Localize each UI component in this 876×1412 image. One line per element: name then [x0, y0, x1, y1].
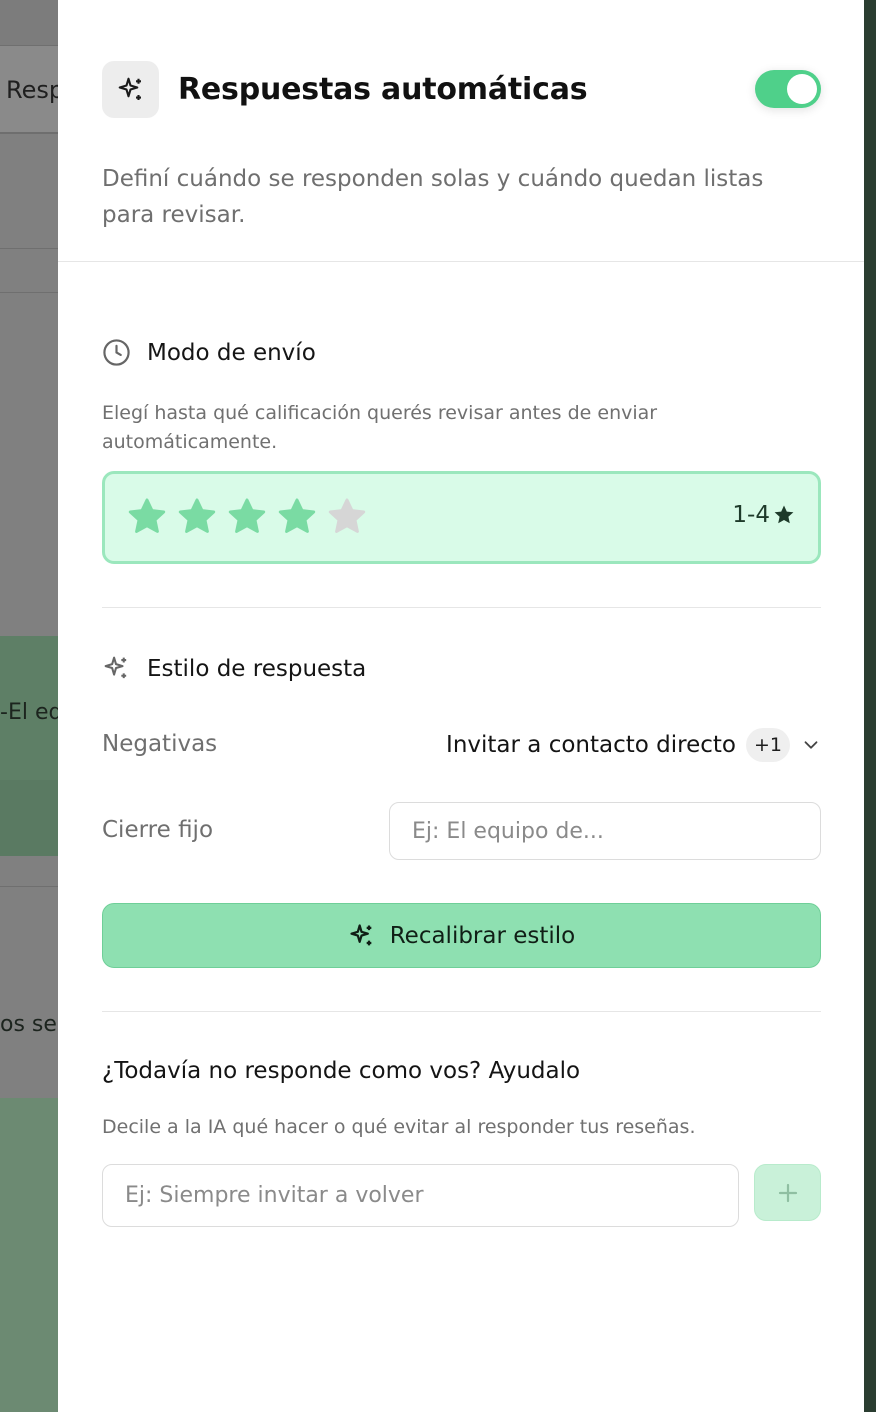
- negatives-label: Negativas: [102, 731, 218, 757]
- section-divider: [102, 1011, 821, 1012]
- background-row-text: os se: [0, 1012, 57, 1037]
- help-title: ¿Todavía no responde como vos? Ayudalo: [102, 1058, 581, 1084]
- auto-replies-panel: Respuestas automáticas Definí cuándo se …: [58, 0, 864, 1412]
- rating-threshold-selector[interactable]: 1-4: [102, 471, 821, 564]
- response-style-title: Estilo de respuesta: [102, 654, 366, 683]
- background-header-text: Resp: [6, 76, 58, 104]
- negatives-selected-value: Invitar a contacto directo: [446, 732, 736, 758]
- rating-star-1[interactable]: [126, 496, 168, 538]
- background-divider: [0, 248, 58, 249]
- panel-header: Respuestas automáticas Definí cuándo se …: [58, 0, 864, 262]
- extra-count-badge: +1: [745, 728, 790, 762]
- background-row: [0, 780, 58, 856]
- closing-label: Cierre fijo: [102, 817, 214, 843]
- closing-input[interactable]: [389, 802, 821, 860]
- send-mode-hint: Elegí hasta qué calificación querés revi…: [102, 402, 658, 453]
- background-header: Resp: [0, 46, 58, 134]
- panel-description: Definí cuándo se responden solas y cuánd…: [102, 166, 764, 228]
- recalibrate-style-button[interactable]: Recalibrar estilo: [102, 903, 821, 968]
- background-row-text: -El eq: [0, 700, 58, 725]
- background-row: [0, 1098, 58, 1412]
- rating-star-3[interactable]: [226, 496, 268, 538]
- rating-range-label: 1-4: [732, 502, 770, 528]
- plus-icon: [778, 1183, 797, 1202]
- sparkles-icon: [102, 61, 159, 118]
- send-mode-title: Modo de envío: [102, 338, 316, 367]
- panel-title: Respuestas automáticas: [178, 72, 588, 107]
- background-topbar: [0, 0, 58, 46]
- star-icon: [774, 505, 794, 524]
- send-mode-label: Modo de envío: [147, 339, 316, 366]
- response-style-label: Estilo de respuesta: [147, 655, 367, 682]
- rating-stars: [126, 496, 368, 538]
- section-divider: [102, 607, 821, 608]
- negatives-select[interactable]: Invitar a contacto directo +1: [446, 728, 822, 762]
- add-instruction-button[interactable]: [754, 1164, 821, 1221]
- rating-range: 1-4: [732, 502, 796, 528]
- background-divider: [0, 292, 58, 293]
- background-divider: [0, 886, 58, 887]
- auto-replies-toggle[interactable]: [755, 70, 821, 108]
- help-hint: Decile a la IA qué hacer o qué evitar al…: [102, 1116, 696, 1138]
- sparkles-icon: [350, 923, 372, 945]
- rating-star-4[interactable]: [276, 496, 318, 538]
- clock-icon: [103, 339, 130, 366]
- rating-star-5[interactable]: [326, 496, 368, 538]
- rating-star-2[interactable]: [176, 496, 218, 538]
- chevron-down-icon: [804, 741, 818, 749]
- background-page: Resp -El eq os se: [0, 0, 58, 1412]
- instruction-input[interactable]: [102, 1164, 739, 1227]
- background-edge: [864, 0, 876, 1412]
- sparkles-icon: [104, 656, 127, 679]
- toggle-knob: [787, 74, 817, 104]
- recalibrate-style-label: Recalibrar estilo: [389, 922, 576, 949]
